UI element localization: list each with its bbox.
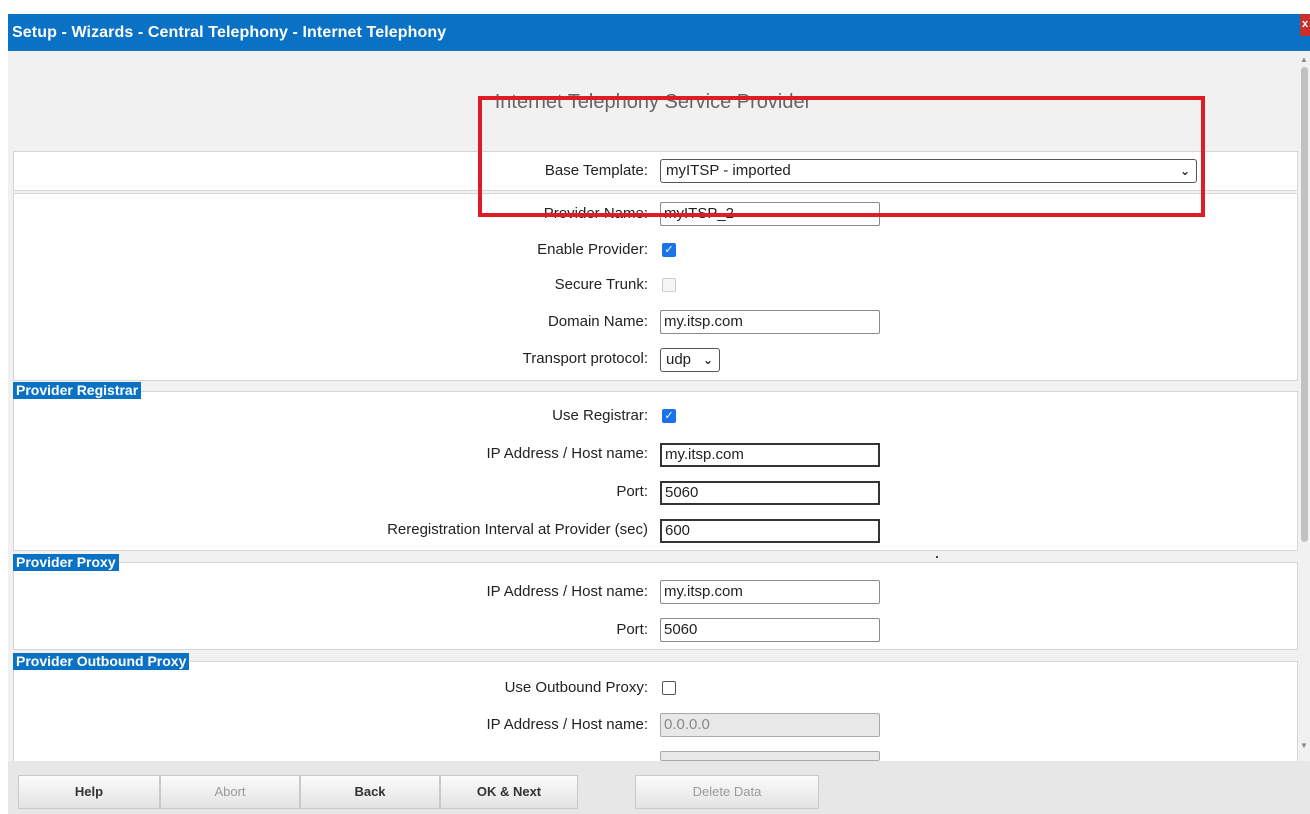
proxy-panel <box>13 562 1298 650</box>
transport-protocol-label: Transport protocol: <box>522 350 648 367</box>
abort-button: Abort <box>160 775 300 809</box>
base-template-label: Base Template: <box>544 162 648 179</box>
window-title: Setup - Wizards - Central Telephony - In… <box>12 24 447 41</box>
outbound-proxy-panel <box>13 661 1298 761</box>
wizard-content: Internet Telephony Service Provider Base… <box>8 51 1298 761</box>
proxy-port-input[interactable]: 5060 <box>660 618 880 642</box>
chevron-down-icon: ⌄ <box>1179 164 1190 178</box>
outbound-proxy-ip-label: IP Address / Host name: <box>486 716 648 733</box>
transport-protocol-select[interactable]: udp ⌄ <box>660 348 720 372</box>
scrollbar-thumb[interactable] <box>1301 67 1308 542</box>
outbound-proxy-port-input <box>660 751 880 761</box>
provider-name-label: Provider Name: <box>543 205 648 222</box>
scroll-down-icon[interactable]: ▼ <box>1300 741 1308 750</box>
secure-trunk-label: Secure Trunk: <box>554 276 648 293</box>
transport-protocol-value: udp <box>666 351 692 368</box>
section-header-proxy: Provider Proxy <box>13 554 119 571</box>
proxy-ip-label: IP Address / Host name: <box>486 583 648 600</box>
chevron-down-icon: ⌄ <box>702 353 713 367</box>
use-outbound-proxy-label: Use Outbound Proxy: <box>504 679 648 696</box>
provider-name-input[interactable]: myITSP_2 <box>660 202 880 226</box>
vertical-scrollbar[interactable]: ▲ ▼ <box>1298 51 1310 761</box>
general-panel <box>13 193 1298 381</box>
outbound-proxy-ip-input: 0.0.0.0 <box>660 713 880 737</box>
stray-dot <box>936 556 938 558</box>
section-header-outbound-proxy: Provider Outbound Proxy <box>13 653 190 670</box>
registrar-ip-label: IP Address / Host name: <box>486 445 648 462</box>
help-button[interactable]: Help <box>18 775 160 809</box>
base-template-value: myITSP - imported <box>666 162 791 179</box>
rereg-interval-label: Reregistration Interval at Provider (sec… <box>387 521 648 538</box>
registrar-panel <box>13 391 1298 551</box>
use-registrar-checkbox[interactable]: ✓ <box>662 409 676 423</box>
domain-name-label: Domain Name: <box>547 313 648 330</box>
window-titlebar: Setup - Wizards - Central Telephony - In… <box>8 14 1310 51</box>
proxy-ip-input[interactable]: my.itsp.com <box>660 580 880 604</box>
base-template-select[interactable]: myITSP - imported ⌄ <box>660 159 1197 183</box>
close-icon[interactable]: x <box>1300 14 1310 36</box>
ok-next-button[interactable]: OK & Next <box>440 775 578 809</box>
delete-data-button: Delete Data <box>635 775 819 809</box>
registrar-port-input[interactable]: 5060 <box>660 481 880 505</box>
registrar-ip-input[interactable]: my.itsp.com <box>660 443 880 467</box>
proxy-port-label: Port: <box>616 621 648 638</box>
back-button[interactable]: Back <box>300 775 440 809</box>
secure-trunk-checkbox <box>662 278 676 292</box>
enable-provider-checkbox[interactable]: ✓ <box>662 243 676 257</box>
page-heading: Internet Telephony Service Provider <box>494 91 812 113</box>
wizard-footer: Help Abort Back OK & Next Delete Data <box>8 761 1310 814</box>
registrar-port-label: Port: <box>616 483 648 500</box>
scroll-up-icon[interactable]: ▲ <box>1300 55 1308 64</box>
section-header-registrar: Provider Registrar <box>13 382 142 399</box>
use-outbound-proxy-checkbox[interactable] <box>662 681 676 695</box>
enable-provider-label: Enable Provider: <box>537 241 648 258</box>
rereg-interval-input[interactable]: 600 <box>660 519 880 543</box>
use-registrar-label: Use Registrar: <box>552 407 648 424</box>
domain-name-input[interactable]: my.itsp.com <box>660 310 880 334</box>
